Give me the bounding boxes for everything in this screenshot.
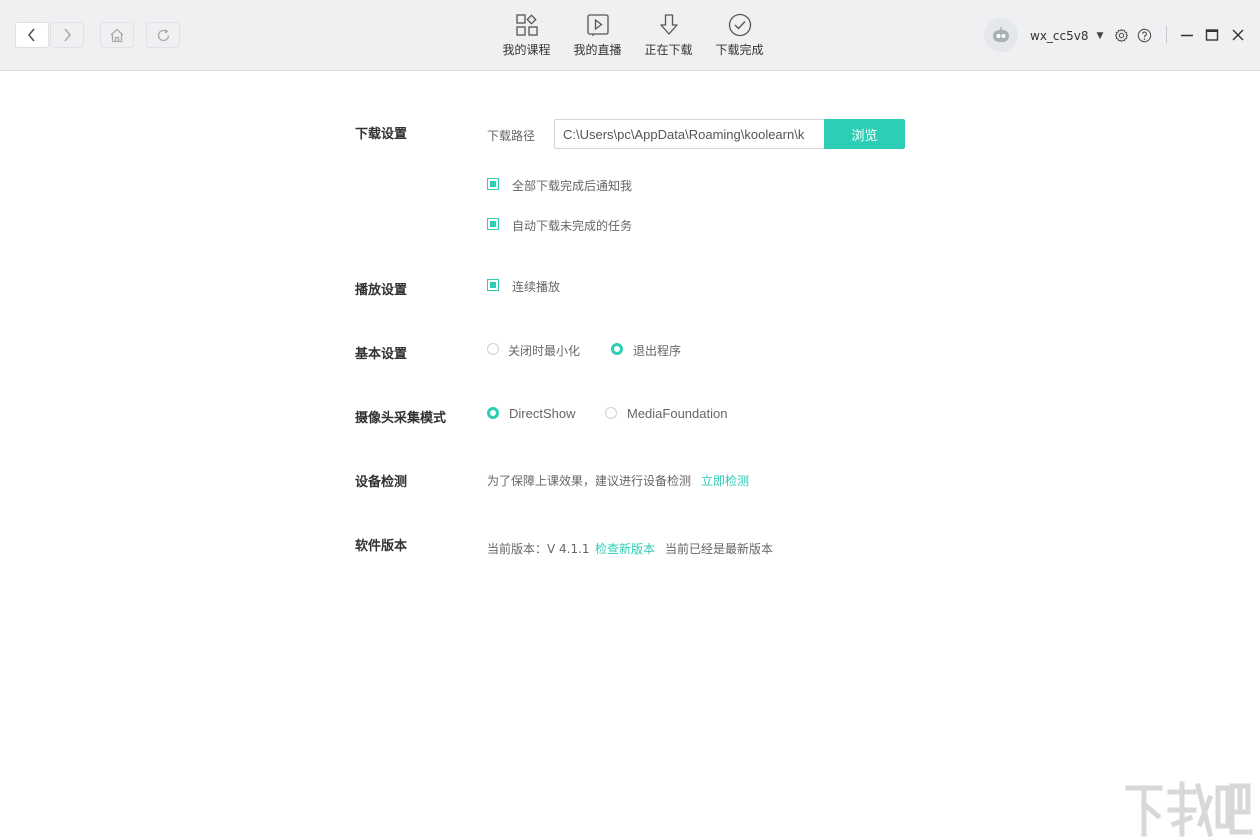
device-check-hint: 为了保障上课效果，建议进行设备检测: [487, 472, 691, 489]
minimize-icon: [1180, 28, 1194, 42]
section-title-download: 下载设置: [355, 123, 407, 142]
directshow-radio[interactable]: [487, 407, 499, 419]
help-icon: [1137, 28, 1152, 43]
minimize-button[interactable]: [1179, 27, 1195, 43]
tab-downloaded[interactable]: 下载完成: [704, 12, 775, 58]
forward-button[interactable]: [50, 22, 84, 48]
section-title-basic: 基本设置: [355, 343, 407, 362]
tab-label: 正在下载: [644, 41, 692, 58]
title-bar: 我的课程 我的直播 正在下载: [0, 0, 1260, 71]
help-button[interactable]: [1136, 27, 1152, 43]
download-path-label: 下载路径: [487, 127, 535, 144]
chevron-left-icon: [27, 28, 37, 42]
caret-down-icon: ▼: [1096, 31, 1103, 41]
robot-avatar-icon: [990, 24, 1012, 46]
section-title-device: 设备检测: [355, 471, 407, 490]
exit-program-label: 退出程序: [633, 342, 681, 359]
mediafoundation-label: MediaFoundation: [627, 406, 727, 421]
current-version: 当前版本：V 4.1.1: [487, 540, 590, 557]
watermark-logo: [1124, 778, 1254, 838]
check-update-link[interactable]: 检查新版本: [595, 540, 655, 557]
download-arrow-icon: [657, 13, 681, 37]
exit-program-radio[interactable]: [611, 343, 623, 355]
continuous-play-checkbox[interactable]: [487, 279, 499, 291]
auto-download-label: 自动下载未完成的任务: [512, 217, 632, 234]
refresh-icon: [156, 28, 171, 43]
section-title-camera: 摄像头采集模式: [355, 407, 446, 426]
notify-label: 全部下载完成后通知我: [512, 177, 632, 194]
grid-shapes-icon: [515, 13, 539, 37]
back-button[interactable]: [15, 22, 49, 48]
check-circle-icon: [728, 13, 752, 37]
continuous-play-label: 连续播放: [512, 278, 560, 295]
section-title-playback: 播放设置: [355, 279, 407, 298]
directshow-label: DirectShow: [509, 406, 575, 421]
update-status: 当前已经是最新版本: [665, 540, 773, 557]
auto-download-checkbox[interactable]: [487, 218, 499, 230]
tab-my-live[interactable]: 我的直播: [562, 12, 633, 58]
mediafoundation-radio[interactable]: [605, 407, 617, 419]
avatar[interactable]: [984, 18, 1018, 52]
play-box-icon: [586, 13, 610, 37]
tab-downloading[interactable]: 正在下载: [633, 12, 704, 58]
check-device-link[interactable]: 立即检测: [701, 472, 749, 489]
divider: [1166, 26, 1167, 43]
home-icon: [109, 28, 125, 43]
user-menu[interactable]: wx_cc5v8 ▼: [1030, 29, 1103, 43]
notify-checkbox[interactable]: [487, 178, 499, 190]
tab-my-courses[interactable]: 我的课程: [491, 12, 562, 58]
close-button[interactable]: [1230, 27, 1246, 43]
tab-label: 我的课程: [502, 41, 550, 58]
main-tabs: 我的课程 我的直播 正在下载: [491, 12, 775, 58]
refresh-button[interactable]: [146, 22, 180, 48]
home-button[interactable]: [100, 22, 134, 48]
gear-icon: [1114, 28, 1129, 43]
maximize-button[interactable]: [1204, 27, 1220, 43]
chevron-right-icon: [62, 28, 72, 42]
minimize-on-close-label: 关闭时最小化: [508, 342, 580, 359]
section-title-version: 软件版本: [355, 535, 407, 554]
settings-button[interactable]: [1113, 27, 1129, 43]
username: wx_cc5v8: [1030, 29, 1088, 43]
tab-label: 下载完成: [715, 41, 763, 58]
minimize-on-close-radio[interactable]: [487, 343, 499, 355]
tab-label: 我的直播: [573, 41, 621, 58]
browse-button[interactable]: 浏览: [824, 119, 905, 149]
maximize-icon: [1205, 28, 1219, 42]
download-path-field[interactable]: [554, 119, 824, 149]
close-icon: [1231, 28, 1245, 42]
